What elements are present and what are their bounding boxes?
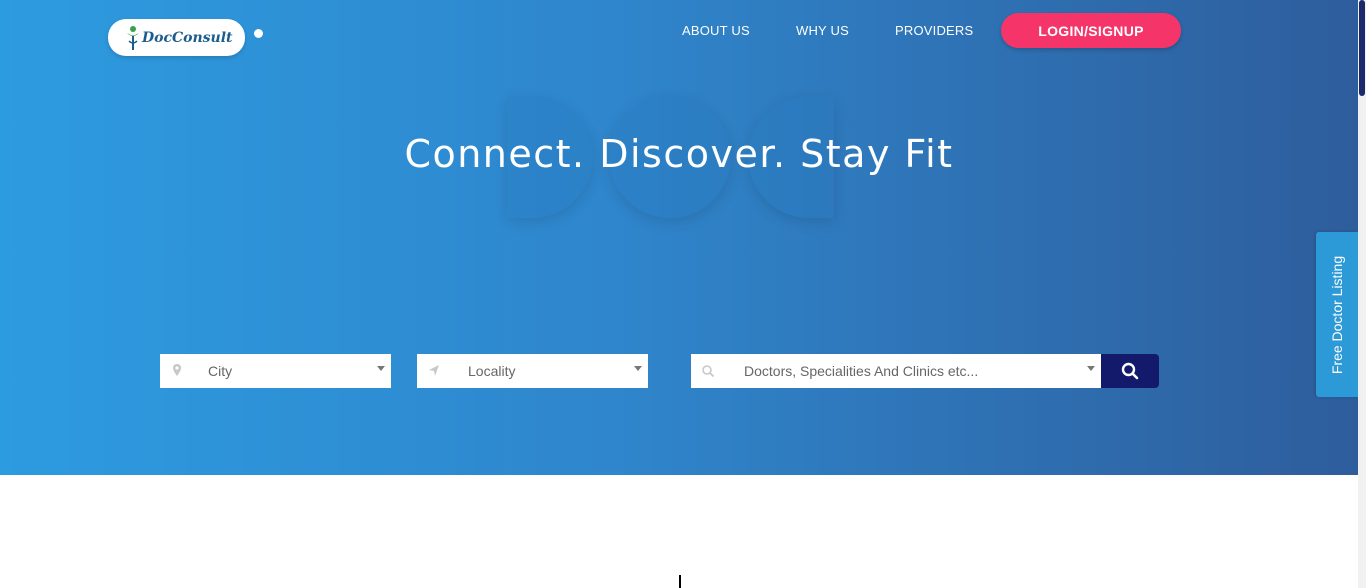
city-placeholder: City xyxy=(208,363,233,379)
person-logo-icon xyxy=(127,25,139,50)
nav-about-us[interactable]: ABOUT US xyxy=(682,23,750,38)
free-doctor-listing-tab[interactable]: Free Doctor Listing xyxy=(1316,232,1358,397)
nav-why-us[interactable]: WHY US xyxy=(796,23,849,38)
chevron-down-icon xyxy=(634,366,642,371)
hero-section: DocConsult ABOUT US WHY US PROVIDERS LOG… xyxy=(0,0,1358,475)
text-cursor xyxy=(679,575,681,588)
city-select[interactable]: City xyxy=(160,354,391,388)
login-signup-button[interactable]: LOGIN/SIGNUP xyxy=(1001,13,1181,48)
hero-headline: Connect. Discover. Stay Fit xyxy=(404,132,954,176)
brand-name: DocConsult xyxy=(142,29,233,46)
chevron-down-icon xyxy=(377,366,385,371)
nav-providers[interactable]: PROVIDERS xyxy=(895,23,973,38)
search-icon xyxy=(702,365,715,378)
locality-placeholder: Locality xyxy=(468,363,516,379)
free-doctor-listing-label: Free Doctor Listing xyxy=(1329,255,1345,374)
scrollbar-thumb[interactable] xyxy=(1359,0,1365,96)
status-dot xyxy=(254,29,263,38)
brand-logo[interactable]: DocConsult xyxy=(108,19,245,56)
location-arrow-icon xyxy=(429,365,439,376)
scrollbar[interactable] xyxy=(1358,0,1366,588)
search-button[interactable] xyxy=(1101,354,1159,388)
search-placeholder: Doctors, Specialities And Clinics etc... xyxy=(744,363,979,379)
map-pin-icon xyxy=(173,364,181,376)
doctor-search-select[interactable]: Doctors, Specialities And Clinics etc... xyxy=(691,354,1101,388)
chevron-down-icon xyxy=(1087,366,1095,371)
search-icon xyxy=(1121,362,1139,380)
locality-select[interactable]: Locality xyxy=(417,354,648,388)
